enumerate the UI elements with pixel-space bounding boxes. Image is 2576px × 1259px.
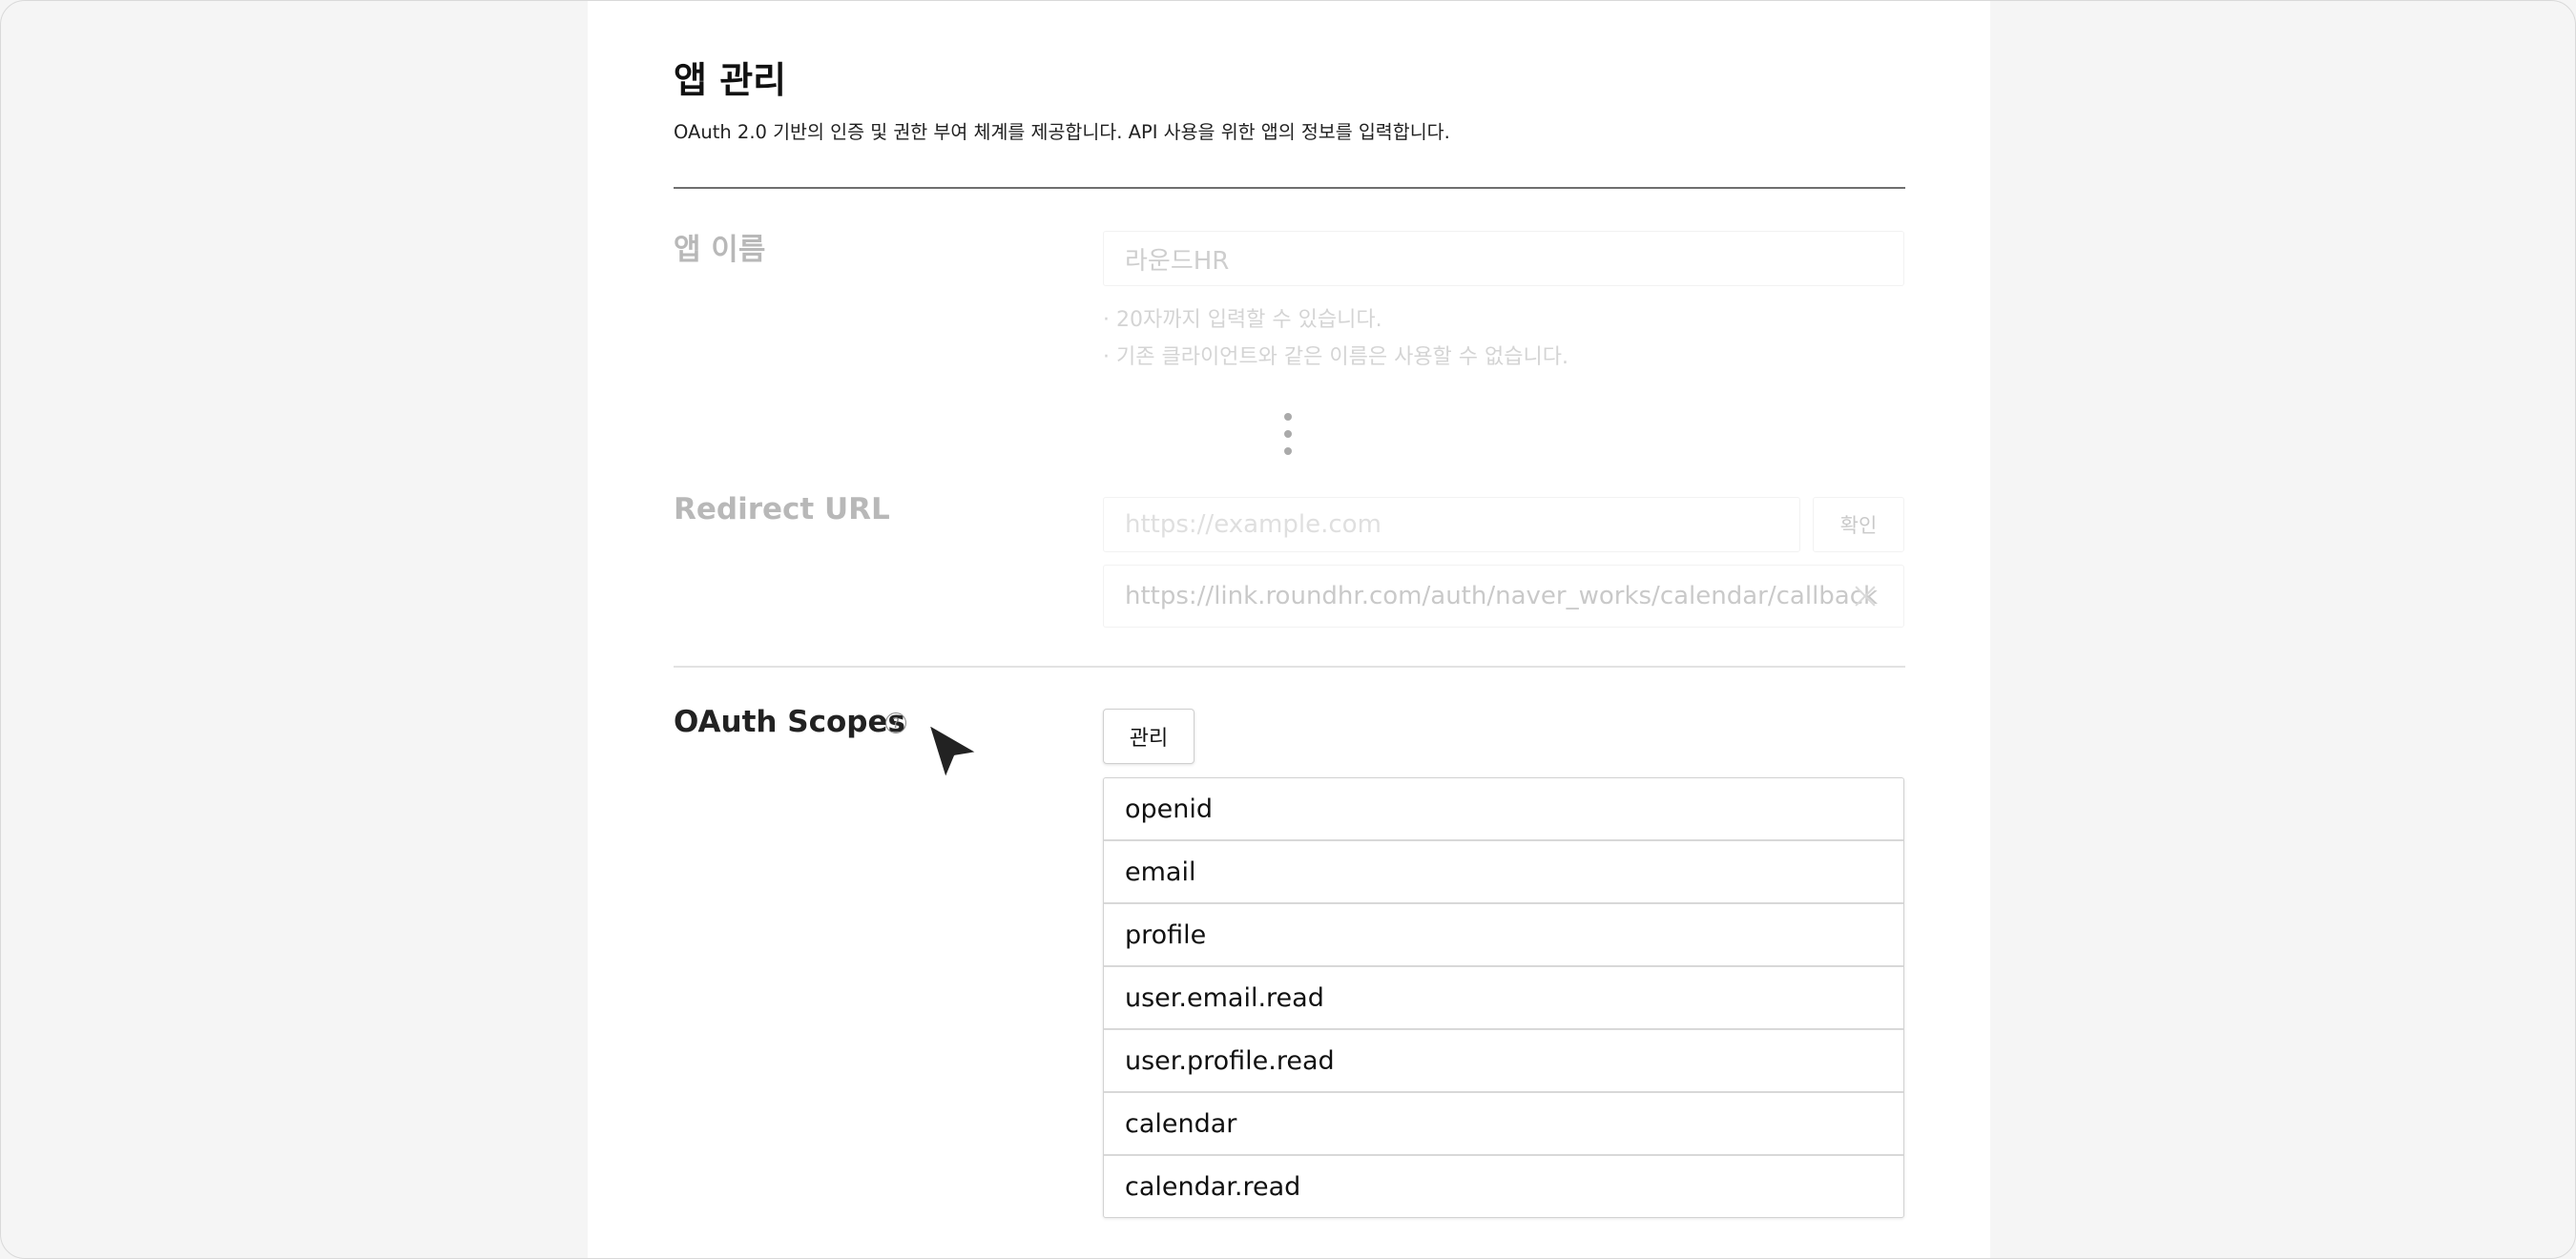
redirect-url-entry: https://link.roundhr.com/auth/naver_work…	[1103, 565, 1904, 628]
scope-item: email	[1104, 841, 1903, 904]
redirect-url-input[interactable]: https://example.com	[1103, 497, 1800, 552]
app-name-label: 앱 이름	[674, 233, 766, 267]
scope-item: calendar	[1104, 1093, 1903, 1156]
confirm-button[interactable]: 확인	[1813, 497, 1904, 552]
scope-item: user.profile.read	[1104, 1030, 1903, 1093]
header-divider	[674, 187, 1905, 189]
scope-list: openid email profile user.email.read use…	[1103, 777, 1904, 1218]
app-name-hint-2: · 기존 클라이언트와 같은 이름은 사용할 수 없습니다.	[1103, 345, 1568, 369]
section-divider	[674, 666, 1905, 668]
question-circle-icon[interactable]: ?	[885, 712, 906, 733]
redirect-url-entry-text: https://link.roundhr.com/auth/naver_work…	[1125, 582, 1879, 610]
close-icon[interactable]	[1854, 585, 1877, 608]
page-title: 앱 관리	[674, 59, 787, 101]
oauth-scopes-label: OAuth Scopes	[674, 705, 905, 739]
app-name-value: 라운드HR	[1125, 246, 1230, 276]
redirect-url-placeholder: https://example.com	[1125, 510, 1381, 539]
app-name-field[interactable]: 라운드HR	[1103, 231, 1904, 286]
manage-button[interactable]: 관리	[1103, 709, 1195, 764]
page-description: OAuth 2.0 기반의 인증 및 권한 부여 체계를 제공합니다. API …	[674, 121, 1450, 143]
redirect-url-label: Redirect URL	[674, 492, 890, 526]
scope-item: profile	[1104, 904, 1903, 967]
window-frame: 앱 관리 OAuth 2.0 기반의 인증 및 권한 부여 체계를 제공합니다.…	[0, 0, 2576, 1259]
mouse-cursor-icon	[926, 722, 980, 781]
scope-item: user.email.read	[1104, 967, 1903, 1030]
scope-item: openid	[1104, 778, 1903, 841]
ellipsis-vertical-icon	[1282, 411, 1294, 459]
scope-item: calendar.read	[1125, 1171, 1301, 1202]
app-name-hint-1: · 20자까지 입력할 수 있습니다.	[1103, 308, 1382, 332]
